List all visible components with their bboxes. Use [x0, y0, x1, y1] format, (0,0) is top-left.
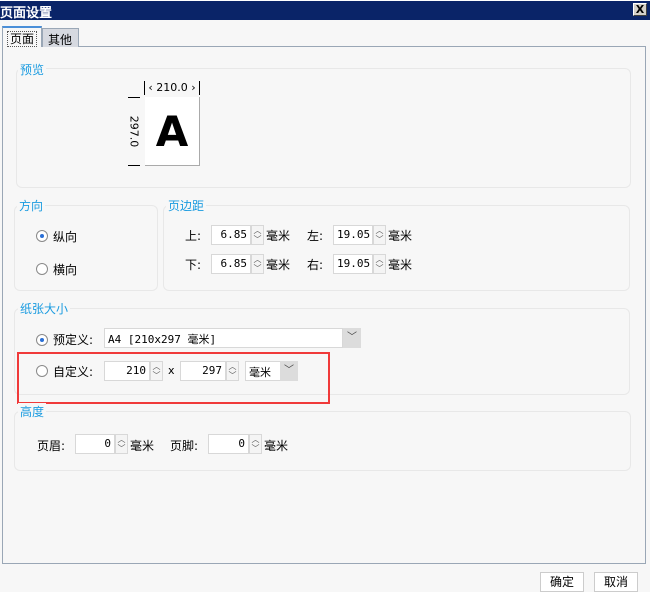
- paper-size-label: 纸张大小: [18, 300, 71, 317]
- bottom-margin-input[interactable]: 6.85: [211, 254, 251, 274]
- right-margin-label: 右:: [307, 258, 324, 272]
- left-margin-input[interactable]: 19.05: [333, 225, 373, 245]
- margins-label: 页边距: [166, 197, 207, 214]
- predefined-label: 预定义:: [53, 333, 94, 347]
- top-margin-input[interactable]: 6.85: [211, 225, 251, 245]
- preview-page: A: [145, 97, 200, 166]
- window-title: 页面设置: [0, 6, 53, 21]
- highlight-box: [17, 352, 330, 404]
- bottom-margin-stepper[interactable]: ︿ ﹀: [251, 254, 264, 274]
- tab-label: 页面: [6, 31, 38, 47]
- unit-label: 毫米: [266, 258, 291, 272]
- ok-button[interactable]: 确定: [540, 572, 584, 592]
- right-margin-input[interactable]: 19.05: [333, 254, 373, 274]
- preview-label: 预览: [18, 61, 47, 78]
- tab-page[interactable]: 页面: [2, 26, 42, 47]
- chevron-down-icon[interactable]: ﹀: [343, 328, 361, 348]
- preview-group: [16, 68, 631, 188]
- header-input[interactable]: 0: [75, 434, 115, 454]
- left-margin-stepper[interactable]: ︿ ﹀: [373, 225, 386, 245]
- right-margin-stepper[interactable]: ︿ ﹀: [373, 254, 386, 274]
- preview-width: 210.0: [156, 81, 188, 94]
- top-margin-label: 上:: [185, 229, 202, 243]
- preview-height: 297.0: [127, 115, 141, 148]
- orientation-label: 方向: [17, 197, 46, 214]
- footer-label: 页脚:: [170, 439, 199, 453]
- unit-label: 毫米: [130, 439, 155, 453]
- footer-input[interactable]: 0: [208, 434, 249, 454]
- predefined-radio[interactable]: [36, 334, 48, 346]
- height-label: 高度: [18, 403, 47, 420]
- predefined-select[interactable]: A4 [210x297 毫米]: [104, 328, 343, 348]
- landscape-radio[interactable]: [36, 263, 48, 275]
- margins-group: [163, 205, 630, 291]
- preview-height-dim: 297.0: [127, 97, 141, 166]
- footer-stepper[interactable]: ︿ ﹀: [249, 434, 262, 454]
- title-bar: [0, 0, 650, 20]
- portrait-radio[interactable]: [36, 230, 48, 242]
- orientation-group: [14, 205, 158, 291]
- unit-label: 毫米: [388, 229, 413, 243]
- landscape-label: 横向: [53, 263, 78, 277]
- header-label: 页眉:: [37, 439, 66, 453]
- left-margin-label: 左:: [307, 229, 324, 243]
- unit-label: 毫米: [266, 229, 291, 243]
- close-button[interactable]: X: [633, 3, 647, 16]
- cancel-button[interactable]: 取消: [594, 572, 638, 592]
- portrait-label: 纵向: [53, 230, 78, 244]
- unit-label: 毫米: [264, 439, 289, 453]
- bottom-margin-label: 下:: [185, 258, 202, 272]
- header-stepper[interactable]: ︿ ﹀: [115, 434, 128, 454]
- top-margin-stepper[interactable]: ︿ ﹀: [251, 225, 264, 245]
- unit-label: 毫米: [388, 258, 413, 272]
- preview-width-dim: ‹ 210.0 ›: [144, 81, 200, 95]
- tab-other[interactable]: 其他: [42, 28, 79, 47]
